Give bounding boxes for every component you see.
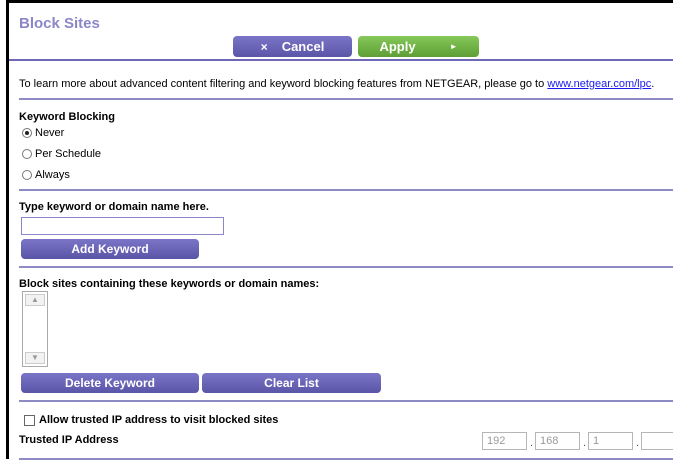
- keyword-input[interactable]: [21, 217, 224, 235]
- ip-octet-1[interactable]: 192: [482, 432, 527, 450]
- ip-octet-3[interactable]: 1: [588, 432, 633, 450]
- allow-trusted-ip-checkbox[interactable]: [24, 415, 35, 426]
- info-text: To learn more about advanced content fil…: [19, 78, 655, 90]
- page-frame: Block Sites × Cancel Apply ► To learn mo…: [6, 0, 673, 460]
- cancel-label: Cancel: [281, 39, 325, 54]
- ip-separator: .: [636, 437, 640, 449]
- ip-separator: .: [583, 437, 587, 449]
- keyword-blocking-label: Keyword Blocking: [19, 111, 115, 123]
- radio-checked-icon: [22, 128, 32, 138]
- apply-button[interactable]: Apply ►: [358, 36, 479, 57]
- close-icon: ×: [260, 39, 268, 54]
- radio-unchecked-icon: [22, 149, 32, 159]
- scroll-up-icon[interactable]: ▲: [25, 294, 45, 306]
- delete-keyword-button[interactable]: Delete Keyword: [21, 373, 199, 393]
- ip-separator: .: [530, 437, 534, 449]
- apply-label: Apply: [379, 39, 416, 54]
- netgear-lpc-link[interactable]: www.netgear.com/lpc: [547, 78, 651, 90]
- arrow-right-icon: ►: [449, 42, 458, 51]
- radio-never[interactable]: Never: [22, 127, 64, 139]
- ip-octet-4[interactable]: [641, 432, 673, 450]
- block-list-label: Block sites containing these keywords or…: [19, 278, 320, 290]
- radio-always[interactable]: Always: [22, 169, 70, 181]
- trusted-ip-label: Trusted IP Address: [19, 434, 119, 446]
- radio-per-schedule[interactable]: Per Schedule: [22, 148, 101, 160]
- page-title: Block Sites: [19, 15, 100, 32]
- add-keyword-button[interactable]: Add Keyword: [21, 239, 199, 259]
- header-divider: [9, 59, 673, 61]
- radio-unchecked-icon: [22, 170, 32, 180]
- clear-list-button[interactable]: Clear List: [202, 373, 381, 393]
- divider: [19, 189, 673, 191]
- allow-trusted-ip-label: Allow trusted IP address to visit blocke…: [39, 414, 279, 426]
- divider: [19, 266, 673, 268]
- divider: [19, 98, 673, 100]
- divider: [19, 400, 673, 402]
- cancel-button[interactable]: × Cancel: [233, 36, 352, 57]
- scroll-down-icon[interactable]: ▼: [25, 352, 45, 364]
- blocked-keywords-list[interactable]: ▲ ▼: [22, 291, 48, 367]
- ip-octet-2[interactable]: 168: [535, 432, 580, 450]
- keyword-input-label: Type keyword or domain name here.: [19, 201, 209, 213]
